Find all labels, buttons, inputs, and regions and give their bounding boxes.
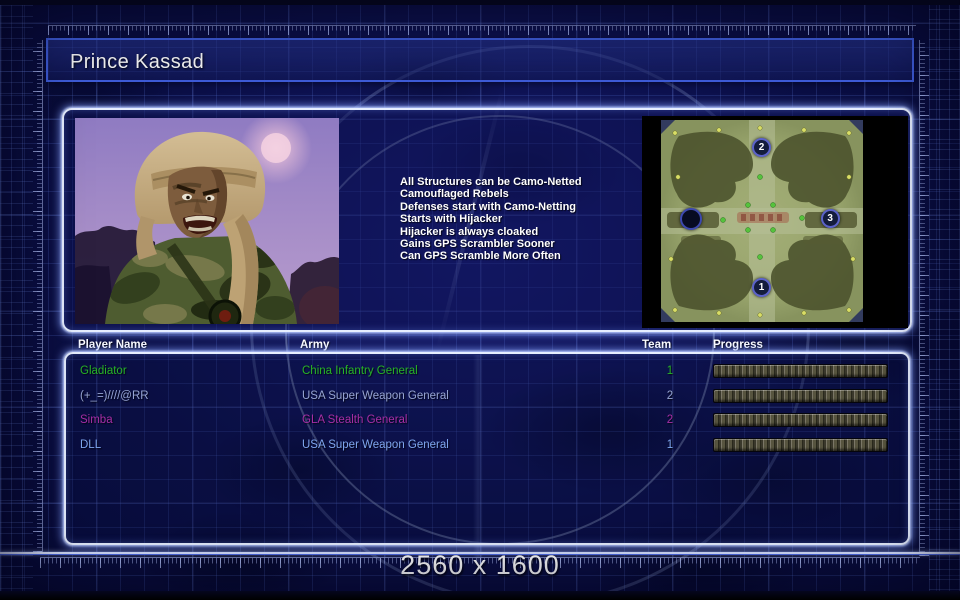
loading-screen: Prince Kassad All Structures can be Camo… [0,0,960,600]
bottom-edge-band [0,591,960,600]
edge-vignette [0,0,960,600]
top-edge-band [0,0,960,5]
